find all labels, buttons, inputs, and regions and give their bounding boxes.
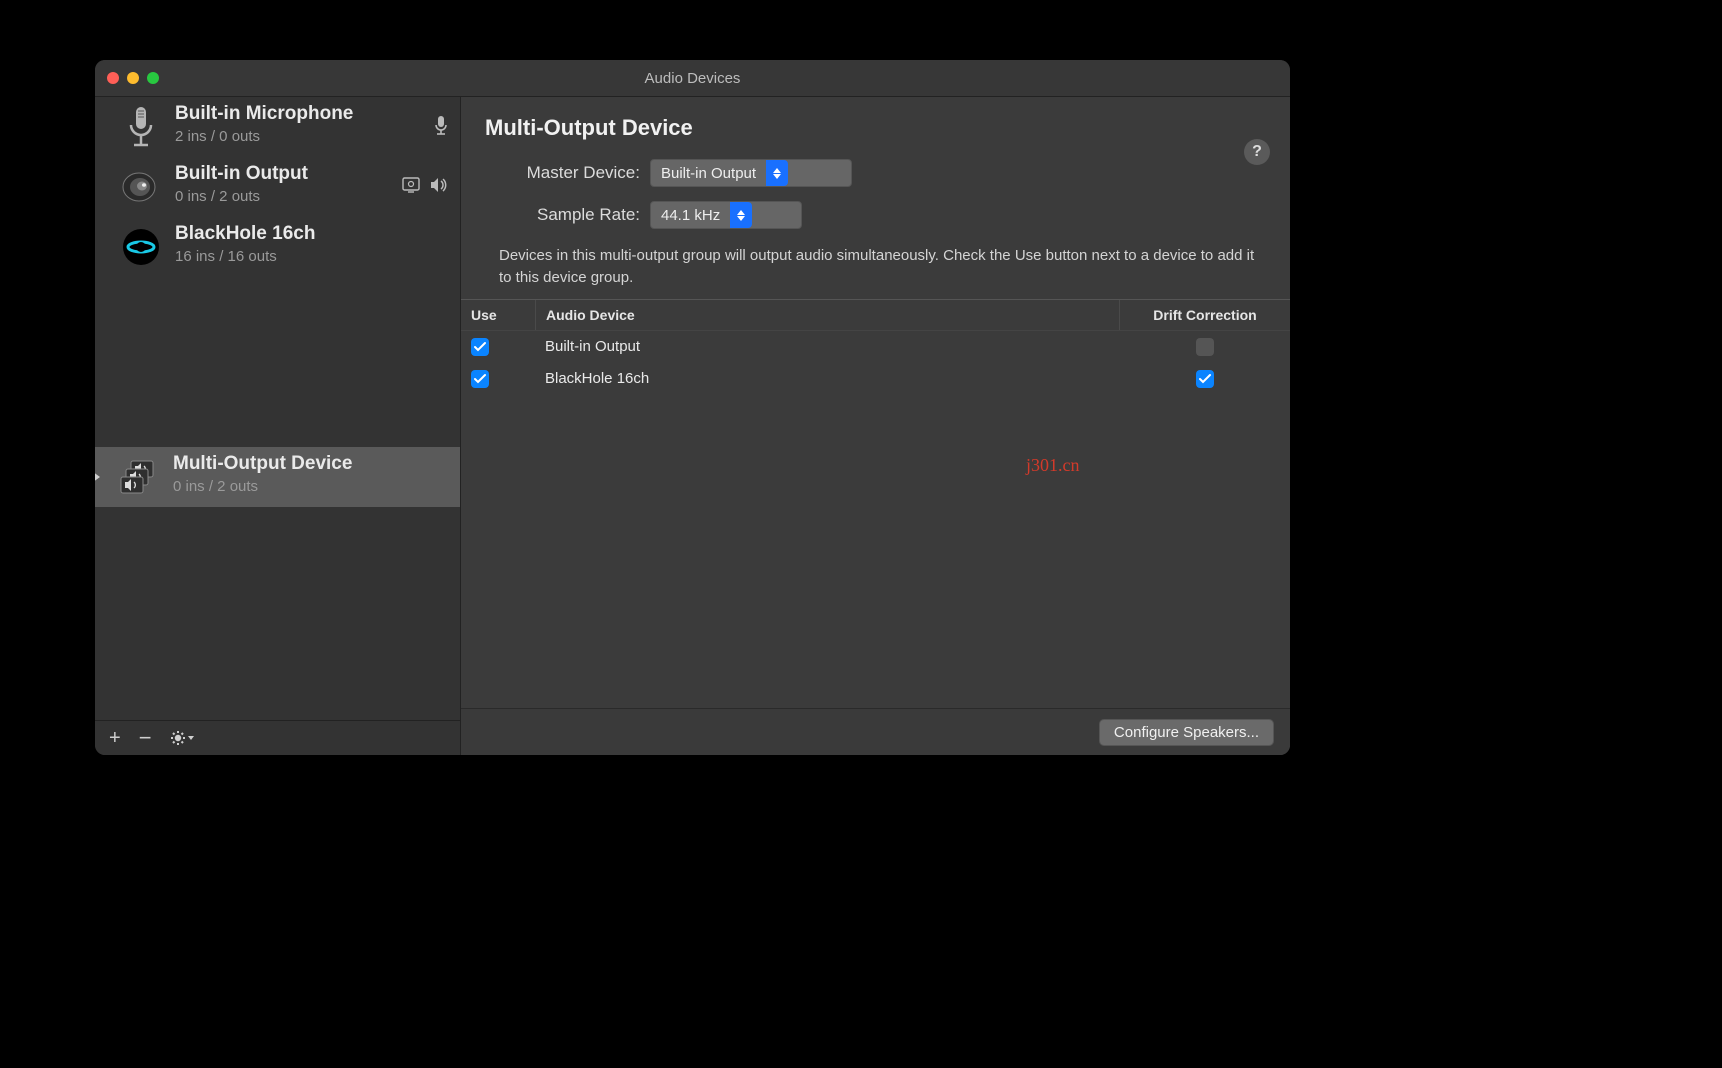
device-name: BlackHole 16ch [175, 223, 450, 246]
action-menu-button[interactable] [170, 730, 194, 746]
microphone-icon [117, 103, 165, 151]
description-text: Devices in this multi-output group will … [499, 245, 1264, 289]
device-io: 0 ins / 2 outs [173, 478, 450, 495]
default-output-icon [430, 177, 448, 198]
window-controls [107, 72, 159, 84]
panel-heading: Multi-Output Device [485, 115, 1266, 141]
master-device-select[interactable]: Built-in Output [650, 159, 852, 187]
sample-rate-select[interactable]: 44.1 kHz [650, 201, 802, 229]
select-stepper-icon [730, 202, 752, 228]
table-row: BlackHole 16ch [461, 363, 1290, 395]
use-checkbox[interactable] [471, 338, 489, 356]
titlebar: Audio Devices [95, 60, 1290, 97]
col-use-header[interactable]: Use [461, 300, 536, 330]
help-button[interactable]: ? [1244, 139, 1270, 165]
remove-device-button[interactable]: − [139, 725, 152, 751]
device-builtin-microphone[interactable]: Built-in Microphone 2 ins / 0 outs [95, 97, 460, 157]
device-name: Built-in Microphone [175, 103, 424, 126]
master-device-label: Master Device: [485, 163, 650, 183]
chevron-down-icon [188, 736, 194, 740]
col-drift-header[interactable]: Drift Correction [1120, 300, 1290, 330]
col-device-header[interactable]: Audio Device [536, 300, 1120, 330]
drift-checkbox[interactable] [1196, 338, 1214, 356]
speaker-icon [117, 163, 165, 211]
disclosure-triangle-icon[interactable] [95, 471, 103, 483]
use-checkbox[interactable] [471, 370, 489, 388]
sidebar-spacer [95, 277, 460, 447]
devices-table: Use Audio Device Drift Correction Built-… [461, 299, 1290, 395]
device-multi-output[interactable]: Multi-Output Device 0 ins / 2 outs [95, 447, 460, 507]
master-device-value: Built-in Output [661, 165, 756, 182]
device-builtin-output[interactable]: Built-in Output 0 ins / 2 outs [95, 157, 460, 217]
window-title: Audio Devices [95, 70, 1290, 87]
device-list: Built-in Microphone 2 ins / 0 outs [95, 97, 460, 720]
configure-speakers-button[interactable]: Configure Speakers... [1099, 719, 1274, 746]
audio-midi-window: Audio Devices [95, 60, 1290, 755]
device-sidebar: Built-in Microphone 2 ins / 0 outs [95, 97, 461, 755]
blackhole-icon [117, 223, 165, 271]
drift-checkbox[interactable] [1196, 370, 1214, 388]
gear-icon [170, 730, 194, 746]
device-blackhole-16ch[interactable]: BlackHole 16ch 16 ins / 16 outs [95, 217, 460, 277]
table-header: Use Audio Device Drift Correction [461, 300, 1290, 331]
minimize-window-button[interactable] [127, 72, 139, 84]
sample-rate-value: 44.1 kHz [661, 207, 720, 224]
system-output-icon [402, 177, 422, 198]
device-name: Multi-Output Device [173, 453, 450, 476]
row-device-name: Built-in Output [535, 338, 1120, 355]
device-io: 0 ins / 2 outs [175, 188, 392, 205]
device-io: 2 ins / 0 outs [175, 128, 424, 145]
default-input-icon [434, 115, 448, 140]
watermark-text: j301.cn [1026, 455, 1080, 476]
sample-rate-label: Sample Rate: [485, 205, 650, 225]
row-device-name: BlackHole 16ch [535, 370, 1120, 387]
close-window-button[interactable] [107, 72, 119, 84]
main-panel: Multi-Output Device ? Master Device: Bui… [461, 97, 1290, 755]
select-stepper-icon [766, 160, 788, 186]
multi-output-icon [115, 453, 163, 501]
main-footer: Configure Speakers... [461, 708, 1290, 755]
device-io: 16 ins / 16 outs [175, 248, 450, 265]
sidebar-footer: + − [95, 720, 460, 755]
table-row: Built-in Output [461, 331, 1290, 363]
device-name: Built-in Output [175, 163, 392, 186]
add-device-button[interactable]: + [109, 727, 121, 750]
zoom-window-button[interactable] [147, 72, 159, 84]
